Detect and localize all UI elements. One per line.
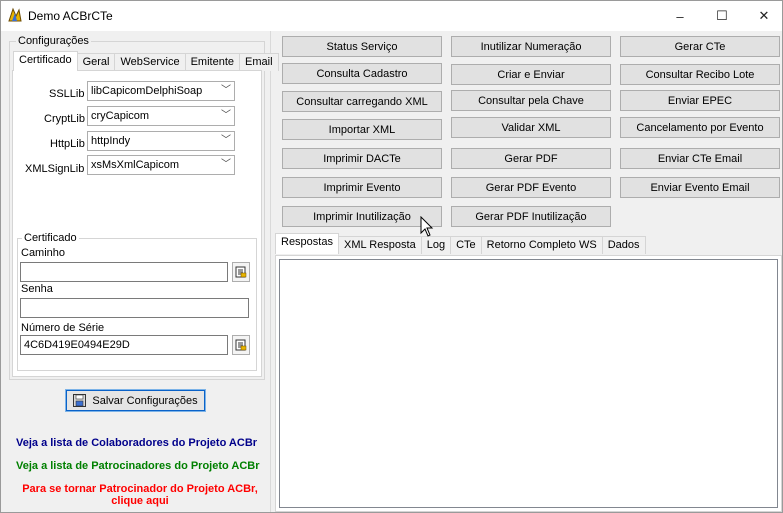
cryptlib-label: CryptLib [44,113,85,125]
certificado-tab-page: SSLLib libCapicomDelphiSoap ﹀ CryptLib c… [12,70,262,377]
inutilizar-numeracao-button[interactable]: Inutilizar Numeração [451,36,611,57]
ssllib-select[interactable]: libCapicomDelphiSoap ﹀ [87,81,235,101]
chevron-down-icon: ﹀ [221,110,231,121]
enviar-epec-button[interactable]: Enviar EPEC [620,90,780,111]
folder-browse-icon [235,339,247,351]
httplib-value: httpIndy [91,135,131,147]
chevron-down-icon: ﹀ [221,85,231,96]
browse-path-button[interactable] [232,262,250,282]
title-bar: Demo ACBrCTe – ☐ ✕ [1,1,782,31]
maximize-button[interactable]: ☐ [699,1,745,31]
chevron-down-icon: ﹀ [221,135,231,146]
ssllib-label: SSLLib [49,88,85,100]
imprimir-evento-button[interactable]: Imprimir Evento [282,177,442,198]
output-tabs: Respostas XML Resposta Log CTe Retorno C… [275,233,646,254]
save-disk-icon [73,394,87,407]
criar-enviar-button[interactable]: Criar e Enviar [451,64,611,85]
serial-field[interactable]: 4C6D419E0494E29D [20,335,228,355]
gerar-pdf-evento-button[interactable]: Gerar PDF Evento [451,177,611,198]
httplib-label: HttpLib [50,138,85,150]
sponsors-link[interactable]: Veja a lista de Patrocinadores do Projet… [16,460,260,472]
consultar-recibo-lote-button[interactable]: Consultar Recibo Lote [620,64,780,85]
tab-certificado[interactable]: Certificado [13,51,78,71]
cancelamento-evento-button[interactable]: Cancelamento por Evento [620,117,780,138]
left-panel: Configurações Certificado Geral WebServi… [5,31,279,512]
minimize-button[interactable]: – [657,1,703,31]
gerar-pdf-inutilizacao-button[interactable]: Gerar PDF Inutilização [451,206,611,227]
browse-serial-button[interactable] [232,335,250,355]
close-button[interactable]: ✕ [741,1,783,31]
enviar-cte-email-button[interactable]: Enviar CTe Email [620,148,780,169]
chevron-down-icon: ﹀ [221,159,231,170]
imprimir-inutilizacao-button[interactable]: Imprimir Inutilização [282,206,442,227]
become-sponsor-link[interactable]: Para se tornar Patrocinador do Projeto A… [15,483,265,507]
tab-emitente[interactable]: Emitente [184,53,241,71]
enviar-evento-email-button[interactable]: Enviar Evento Email [620,177,780,198]
save-config-label: Salvar Configurações [92,394,198,407]
password-field[interactable] [20,298,249,318]
tab-retorno-completo-ws[interactable]: Retorno Completo WS [480,236,603,254]
xmlsignlib-label: XMLSignLib [25,163,85,175]
certificate-group-title: Certificado [22,232,79,244]
httplib-select[interactable]: httpIndy ﹀ [87,131,235,151]
cryptlib-select[interactable]: cryCapicom ﹀ [87,106,235,126]
gerar-pdf-button[interactable]: Gerar PDF [451,148,611,169]
serial-label: Número de Série [21,322,105,334]
consultar-chave-button[interactable]: Consultar pela Chave [451,90,611,111]
save-config-button[interactable]: Salvar Configurações [65,389,206,412]
config-group-title: Configurações [16,35,91,47]
become-sponsor-line2: clique aqui [111,495,169,507]
tab-webservice[interactable]: WebService [114,53,186,71]
status-servico-button[interactable]: Status Serviço [282,36,442,57]
tab-log[interactable]: Log [420,236,452,254]
app-logo-icon [8,7,22,22]
tab-xml-resposta[interactable]: XML Resposta [337,236,422,254]
config-tabs: Certificado Geral WebService Emitente Em… [13,51,279,71]
tab-respostas[interactable]: Respostas [275,233,339,254]
respostas-memo[interactable] [279,259,778,508]
tab-geral[interactable]: Geral [76,53,116,71]
mouse-pointer-icon [420,216,434,237]
tab-email[interactable]: Email [239,53,279,71]
consultar-carregando-xml-button[interactable]: Consultar carregando XML [282,91,442,112]
collaborators-link[interactable]: Veja a lista de Colaboradores do Projeto… [16,437,257,449]
consulta-cadastro-button[interactable]: Consulta Cadastro [282,63,442,84]
password-label: Senha [21,283,53,295]
xmlsignlib-select[interactable]: xsMsXmlCapicom ﹀ [87,155,235,175]
gerar-cte-button[interactable]: Gerar CTe [620,36,780,57]
folder-browse-icon [235,266,247,278]
validar-xml-button[interactable]: Validar XML [451,117,611,138]
importar-xml-button[interactable]: Importar XML [282,119,442,140]
window-title: Demo ACBrCTe [28,9,113,23]
respostas-tab-page [275,255,782,512]
tab-cte[interactable]: CTe [450,236,482,254]
become-sponsor-line1: Para se tornar Patrocinador do Projeto A… [22,483,258,495]
main-window: Demo ACBrCTe – ☐ ✕ Configurações Certifi… [0,0,783,513]
path-label: Caminho [21,247,66,259]
path-field[interactable] [20,262,228,282]
tab-dados[interactable]: Dados [601,236,646,254]
xmlsignlib-value: xsMsXmlCapicom [91,159,180,171]
cryptlib-value: cryCapicom [91,110,150,122]
ssllib-value: libCapicomDelphiSoap [91,85,203,97]
panel-divider [270,31,271,512]
imprimir-dacte-button[interactable]: Imprimir DACTe [282,148,442,169]
